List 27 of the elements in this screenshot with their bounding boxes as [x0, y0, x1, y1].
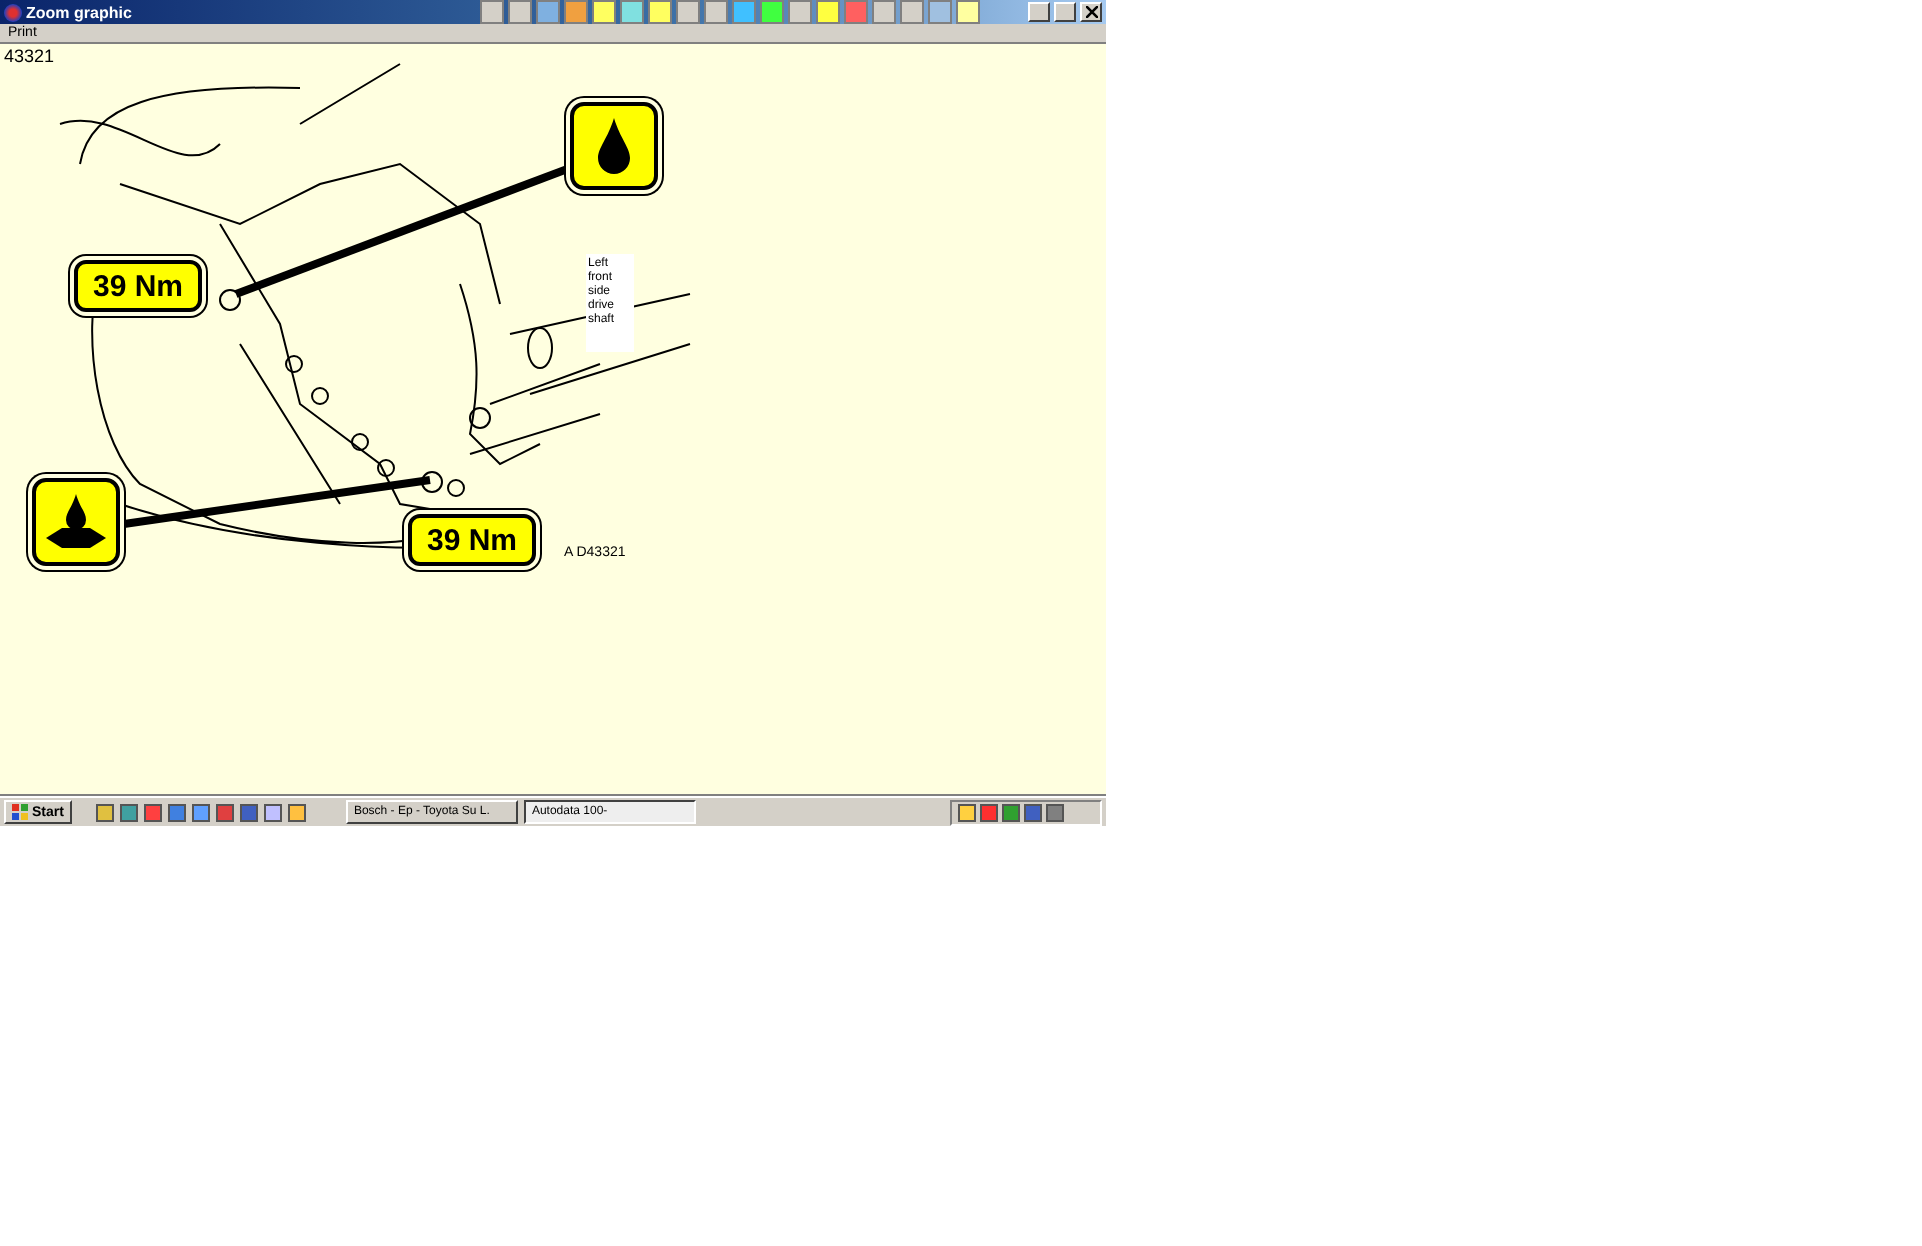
toolbar-icon[interactable] [928, 0, 952, 24]
toolbar-icon[interactable] [704, 0, 728, 24]
window-title: Zoom graphic [26, 3, 132, 21]
toolbar-icon[interactable] [732, 0, 756, 24]
toolbar-icon[interactable] [648, 0, 672, 24]
oil-drop-icon [596, 118, 632, 174]
toolbar-icon[interactable] [760, 0, 784, 24]
toolbar-icon[interactable] [956, 0, 980, 24]
close-icon [1085, 6, 1097, 18]
grease-on-surface-icon [42, 490, 110, 554]
toolbar-icon[interactable] [788, 0, 812, 24]
toolbar-icon[interactable] [620, 0, 644, 24]
toolbar-icon[interactable] [480, 0, 504, 24]
windows-logo-icon [12, 804, 28, 820]
toolbar-icon[interactable] [900, 0, 924, 24]
torque-callout: 39 Nm [74, 260, 202, 312]
app-icon [4, 3, 22, 21]
toolbar-icon[interactable] [676, 0, 700, 24]
toolbar-icon[interactable] [508, 0, 532, 24]
maximize-button[interactable] [1054, 2, 1076, 22]
torque-callout: 39 Nm [408, 514, 536, 566]
toolbar-icon[interactable] [872, 0, 896, 24]
minimize-button[interactable] [1028, 2, 1050, 22]
toolbar-icon[interactable] [816, 0, 840, 24]
toolbar-icon[interactable] [592, 0, 616, 24]
close-button[interactable] [1080, 2, 1102, 22]
figure-number: 43321 [4, 46, 55, 66]
